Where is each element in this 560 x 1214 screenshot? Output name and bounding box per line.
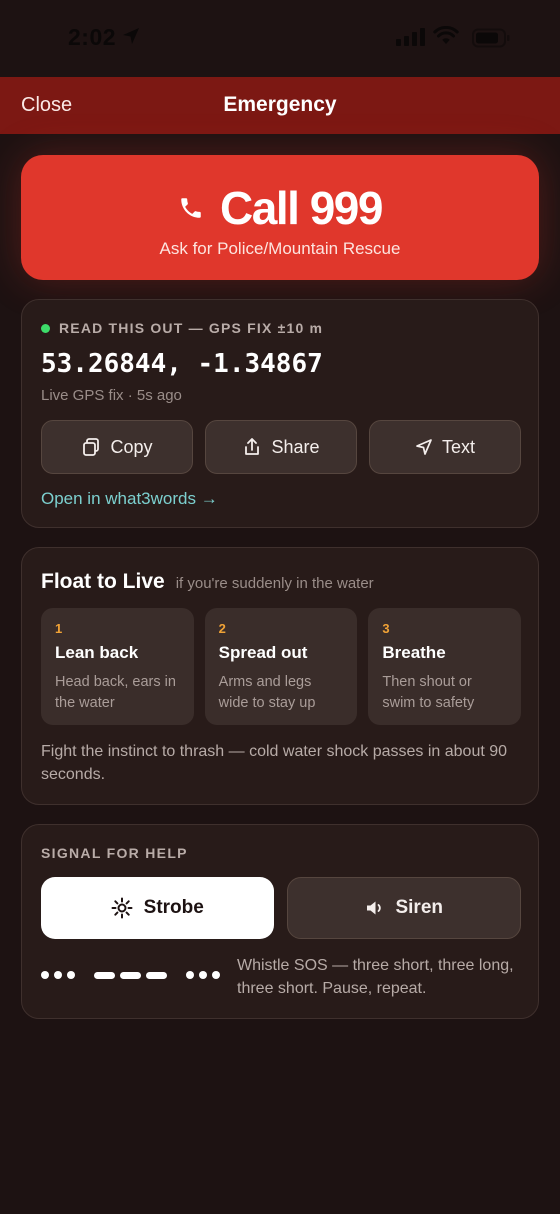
float-step: 1 Lean back Head back, ears in the water [41, 608, 194, 725]
step-description: Arms and legs wide to stay up [218, 674, 316, 711]
page-title: Emergency [223, 93, 337, 116]
float-title-row: Float to Live if you're suddenly in the … [41, 570, 374, 594]
call-999-button[interactable]: Call 999 Ask for Police/Mountain Rescue [21, 155, 539, 280]
step-title: Lean back [55, 643, 139, 662]
share-button[interactable]: Share [205, 420, 357, 474]
gps-header: READ THIS OUT — GPS FIX ±10 m [41, 320, 323, 336]
status-bar: 2:02 [0, 0, 560, 76]
step-number: 1 [55, 621, 63, 636]
navigation-bar: Close Emergency [0, 77, 560, 134]
call-main: Call 999 [21, 181, 539, 235]
copy-button[interactable]: Copy [41, 420, 193, 474]
signal-title: SIGNAL FOR HELP [41, 845, 188, 861]
call-subtitle: Ask for Police/Mountain Rescue [159, 239, 401, 258]
step-description: Head back, ears in the water [55, 674, 176, 711]
float-title: Float to Live [41, 570, 165, 593]
copy-label: Copy [110, 436, 153, 457]
float-note: Fight the instinct to thrash — cold wate… [41, 743, 508, 783]
cellular-signal-icon [396, 28, 425, 46]
share-label: Share [271, 436, 320, 457]
send-arrow-icon [416, 439, 432, 455]
copy-icon [83, 438, 100, 456]
morse-long-group [94, 971, 167, 979]
call-label: Call 999 [220, 182, 383, 234]
text-label: Text [441, 436, 475, 457]
gps-live-indicator [41, 323, 50, 333]
float-step: 2 Spread out Arms and legs wide to stay … [204, 608, 358, 725]
float-subtitle: if you're suddenly in the water [175, 575, 374, 592]
signal-buttons: Strobe Siren [41, 877, 521, 939]
gps-header-label: READ THIS OUT — GPS FIX ±10 m [59, 320, 324, 336]
sos-morse-pattern [41, 971, 220, 979]
step-title: Breathe [382, 643, 446, 662]
strobe-icon [111, 897, 133, 919]
siren-label: Siren [395, 897, 444, 918]
gps-actions: Copy Share Text [41, 420, 521, 474]
speaker-icon [367, 901, 382, 915]
share-icon [245, 438, 260, 455]
sos-note: Whistle SOS — three short, three long, t… [237, 957, 514, 997]
location-arrow-icon [123, 28, 139, 44]
status-time: 2:02 [68, 24, 117, 50]
battery-icon [472, 28, 510, 48]
morse-short-group [41, 971, 75, 979]
step-title: Spread out [218, 643, 308, 662]
text-button[interactable]: Text [369, 420, 521, 474]
siren-button[interactable]: Siren [286, 877, 521, 939]
wifi-icon [433, 26, 459, 44]
float-steps: 1 Lean back Head back, ears in the water… [41, 608, 522, 725]
step-number: 2 [218, 621, 226, 636]
float-step: 3 Breathe Then shout or swim to safety [368, 608, 522, 725]
gps-coordinates: 53.26844, -1.34867 [41, 349, 323, 379]
gps-status: Live GPS fix · 5s ago [41, 387, 182, 404]
strobe-label: Strobe [143, 897, 204, 918]
float-to-live-card: Float to Live if you're suddenly in the … [21, 547, 539, 805]
step-number: 3 [382, 621, 390, 636]
strobe-button[interactable]: Strobe [41, 877, 274, 939]
signal-for-help-card: SIGNAL FOR HELP Strobe Siren Whistle SOS… [21, 824, 539, 1019]
morse-short-group [186, 971, 220, 979]
phone-icon [181, 198, 201, 218]
step-description: Then shout or swim to safety [382, 674, 475, 711]
gps-card: READ THIS OUT — GPS FIX ±10 m 53.26844, … [21, 299, 539, 528]
what3words-link[interactable]: Open in what3words → [41, 489, 218, 509]
